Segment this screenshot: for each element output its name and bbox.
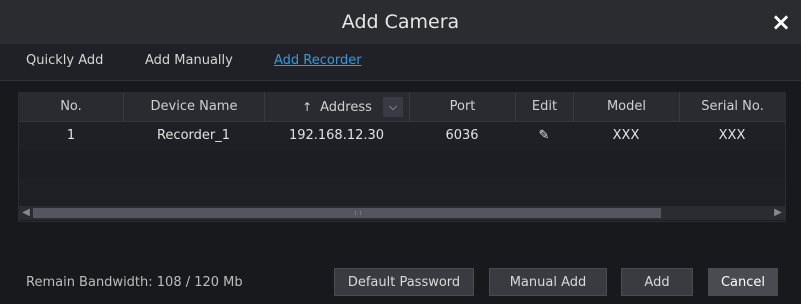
add-camera-dialog: Add Camera × Quickly Add Add Manually Ad… <box>0 0 801 304</box>
chevron-down-icon[interactable]: ⌵ <box>383 97 403 117</box>
tab-bar: Quickly Add Add Manually Add Recorder <box>0 44 801 81</box>
device-table: No. Device Name ↑ Address ⌵ Port Edit Mod… <box>18 92 786 222</box>
cell-model: XXX <box>612 128 640 143</box>
tab-add-manually[interactable]: Add Manually <box>145 53 233 68</box>
header-no[interactable]: No. <box>19 93 123 121</box>
tab-quickly-add[interactable]: Quickly Add <box>26 53 103 68</box>
table-row-empty <box>19 178 785 206</box>
header-port[interactable]: Port <box>409 93 515 121</box>
remain-bandwidth: Remain Bandwidth: 108 / 120 Mb <box>26 275 243 290</box>
add-button[interactable]: Add <box>621 268 693 296</box>
cell-port: 6036 <box>445 128 479 143</box>
scroll-left-icon[interactable]: ◀ <box>19 206 33 220</box>
header-edit[interactable]: Edit <box>515 93 573 121</box>
header-address-label: Address <box>320 100 372 115</box>
manual-add-button[interactable]: Manual Add <box>489 268 607 296</box>
dialog-title: Add Camera <box>341 11 460 33</box>
table-header: No. Device Name ↑ Address ⌵ Port Edit Mod… <box>19 93 785 122</box>
cancel-button[interactable]: Cancel <box>708 268 778 296</box>
cell-no: 1 <box>66 128 76 143</box>
scroll-right-icon[interactable]: ▶ <box>771 206 785 220</box>
header-model[interactable]: Model <box>573 93 679 121</box>
scrollbar-thumb[interactable] <box>33 208 661 218</box>
tab-add-recorder[interactable]: Add Recorder <box>274 53 362 68</box>
close-icon[interactable]: × <box>769 10 793 34</box>
default-password-button[interactable]: Default Password <box>334 268 474 296</box>
header-serial[interactable]: Serial No. <box>679 93 785 121</box>
table-row[interactable]: 1 Recorder_1 192.168.12.30 6036 ✎ XXX XX… <box>19 122 785 150</box>
header-device-name[interactable]: Device Name <box>123 93 264 121</box>
title-bar: Add Camera × <box>0 0 801 44</box>
cell-serial: XXX <box>718 128 746 143</box>
cell-address: 192.168.12.30 <box>288 128 385 143</box>
cell-device-name: Recorder_1 <box>156 128 231 143</box>
grip-icon <box>355 211 361 215</box>
edit-icon[interactable]: ✎ <box>515 122 573 150</box>
sort-ascending-icon: ↑ <box>302 100 313 114</box>
horizontal-scrollbar[interactable]: ◀ ▶ <box>19 206 785 220</box>
table-row-empty <box>19 150 785 178</box>
